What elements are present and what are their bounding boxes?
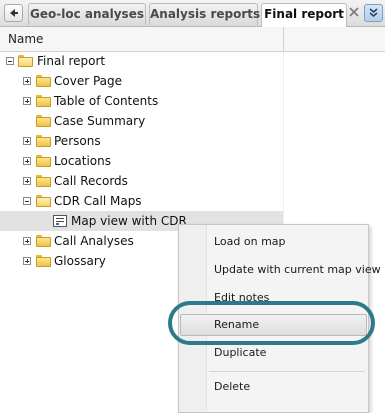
column-divider	[283, 52, 284, 224]
tree-item-label: Map view with CDR	[71, 214, 187, 228]
tree-item-label: Call Records	[54, 174, 128, 188]
expand-icon[interactable]	[23, 237, 31, 245]
column-header-name[interactable]: Name	[8, 32, 43, 46]
arrow-left-icon-stem	[14, 12, 18, 14]
menu-item-load-on-map[interactable]: Load on map	[180, 231, 367, 253]
expand-icon[interactable]	[23, 77, 31, 85]
menu-separator	[209, 371, 365, 372]
folder-icon	[36, 95, 51, 107]
tab-geo-loc-analyses[interactable]: Geo-loc analyses	[28, 3, 146, 25]
folder-open-icon	[36, 195, 51, 207]
menu-item-delete[interactable]: Delete	[180, 376, 367, 398]
expand-icon[interactable]	[23, 257, 31, 265]
highlight-annotation-oval	[168, 301, 375, 345]
folder-icon	[36, 255, 51, 267]
expand-icon[interactable]	[23, 97, 31, 105]
folder-open-icon	[18, 55, 33, 67]
expand-icon[interactable]	[23, 157, 31, 165]
menu-item-update-with-current-map-view[interactable]: Update with current map view	[180, 259, 381, 281]
expand-icon[interactable]	[23, 177, 31, 185]
menu-item-duplicate[interactable]: Duplicate	[180, 342, 367, 364]
scroll-tabs-left-button[interactable]	[4, 4, 23, 22]
tree-item-call-records[interactable]: Call Records	[0, 171, 283, 191]
folder-icon	[36, 135, 51, 147]
tree-item-label: Glossary	[54, 254, 106, 268]
column-separator[interactable]	[283, 27, 284, 51]
menu-item-label: Load on map	[214, 235, 286, 248]
tree-item-label: Cover Page	[54, 74, 123, 88]
folder-icon	[36, 175, 51, 187]
folder-icon	[36, 75, 51, 87]
tree-item-table-of-contents[interactable]: Table of Contents	[0, 91, 283, 111]
tree-item-label: Locations	[54, 154, 112, 168]
tree-root-final-report[interactable]: Final report	[0, 51, 283, 71]
tree-item-label: Case Summary	[54, 114, 146, 128]
menu-item-label: Duplicate	[214, 346, 267, 359]
tree-item-label: Persons	[54, 134, 101, 148]
column-header: Name	[0, 27, 385, 52]
expand-icon[interactable]	[23, 137, 31, 145]
folder-icon	[36, 155, 51, 167]
tree-item-locations[interactable]: Locations	[0, 151, 283, 171]
tree-item-case-summary[interactable]: Case Summary	[0, 111, 283, 131]
tab-final-report[interactable]: Final report	[261, 3, 347, 27]
menu-item-label: Delete	[214, 380, 251, 393]
map-view-icon	[53, 215, 67, 227]
tab-strip: Geo-loc analyses Analysis reports Final …	[0, 0, 385, 27]
collapse-icon[interactable]	[23, 197, 31, 205]
tree-item-cover-page[interactable]: Cover Page	[0, 71, 283, 91]
tree-item-label: Table of Contents	[54, 94, 159, 108]
folder-icon	[36, 235, 51, 247]
double-chevron-down-icon	[369, 8, 378, 17]
tree-item-label: Final report	[37, 54, 106, 68]
folder-icon	[36, 115, 51, 127]
tree-item-label: CDR Call Maps	[54, 194, 142, 208]
menu-item-label: Update with current map view	[214, 263, 381, 276]
tree-item-label: Call Analyses	[54, 234, 134, 248]
tabs-dropdown-button[interactable]	[364, 4, 383, 22]
tab-close-icon[interactable]	[349, 7, 359, 17]
collapse-icon[interactable]	[6, 57, 14, 65]
tree-item-cdr-call-maps[interactable]: CDR Call Maps	[0, 191, 283, 211]
tree-item-persons[interactable]: Persons	[0, 131, 283, 151]
tab-analysis-reports[interactable]: Analysis reports	[149, 3, 260, 25]
